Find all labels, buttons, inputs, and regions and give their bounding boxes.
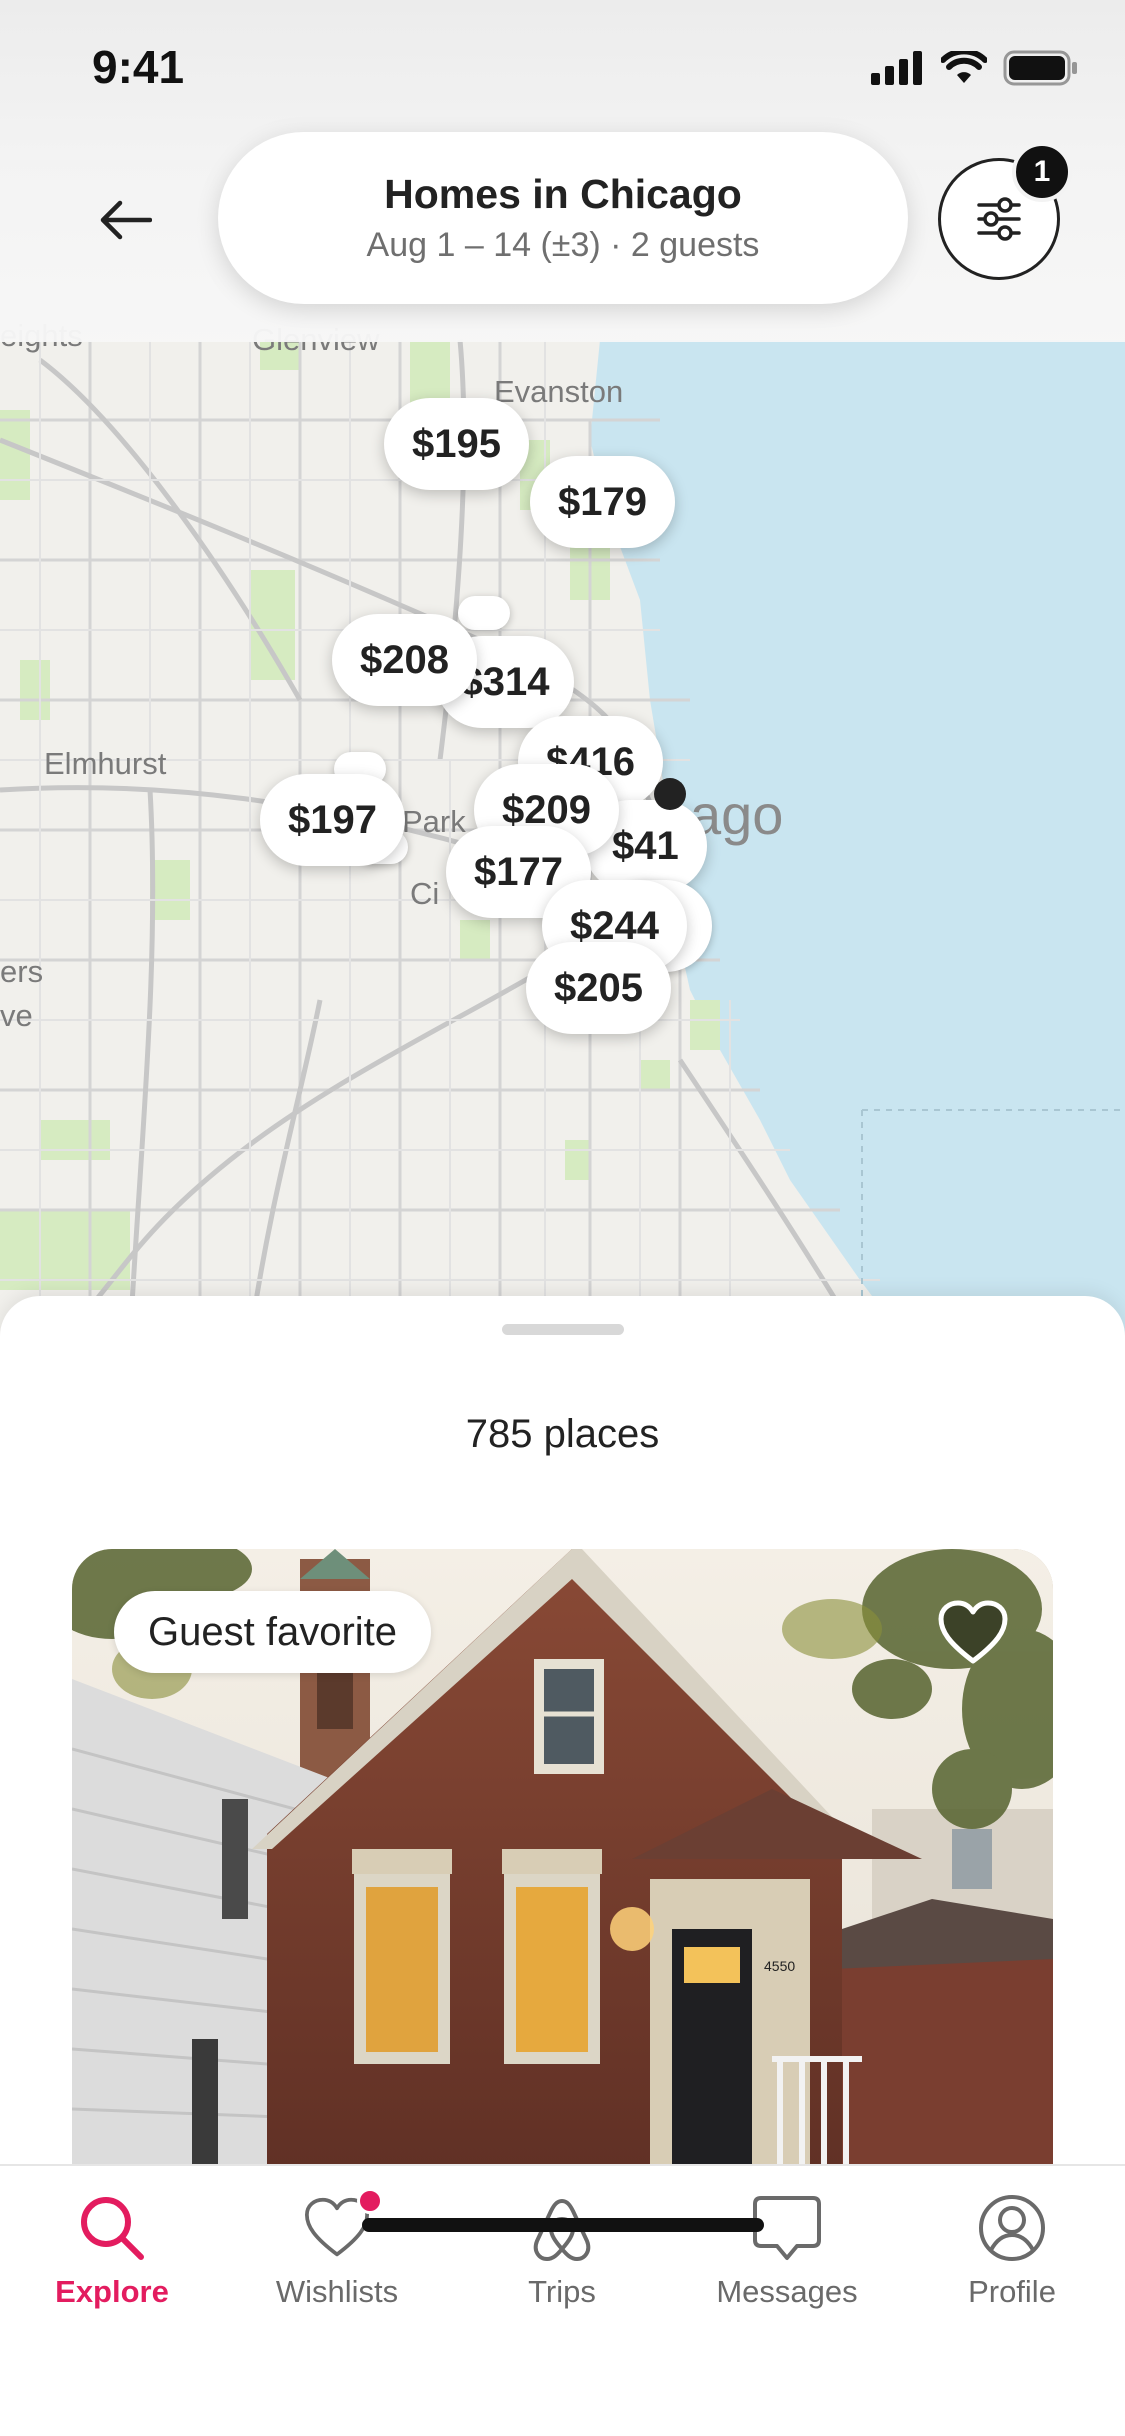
price-pin[interactable]: $195 [384, 398, 529, 490]
map-label-cicero: Ci [410, 876, 440, 911]
tab-messages[interactable]: Messages [697, 2188, 877, 2310]
map-label-evanston: Evanston [494, 374, 624, 409]
heart-outline-icon [938, 1600, 1008, 1664]
arrow-left-icon [100, 200, 152, 240]
header: 9:41 Homes in Chicago Aug 1 – 14 (±3) · … [0, 0, 1125, 342]
sheet-drag-handle[interactable] [502, 1324, 624, 1335]
map-label-elmhurst: Elmhurst [44, 746, 167, 781]
map-pin-mini[interactable] [458, 596, 510, 630]
tab-wishlists-label: Wishlists [275, 2274, 399, 2309]
tab-icon-wrap [72, 2188, 152, 2268]
status-time: 9:41 [92, 41, 185, 93]
search-subtitle: Aug 1 – 14 (±3) · 2 guests [366, 226, 760, 264]
profile-icon [979, 2195, 1045, 2261]
wishlists-notification-dot [357, 2188, 383, 2214]
listing-photo[interactable]: 4550 Guest favorite [72, 1549, 1053, 2166]
tab-explore-label: Explore [55, 2274, 169, 2309]
wifi-icon [941, 51, 987, 83]
home-indicator[interactable] [362, 2218, 764, 2232]
map-label-park: Park [402, 804, 466, 839]
tab-trips[interactable]: Trips [472, 2188, 652, 2310]
tab-bar: Explore Wishlists Trips Messages Profile [0, 2164, 1125, 2436]
price-pin[interactable]: $208 [332, 614, 477, 706]
back-button[interactable] [86, 180, 166, 260]
price-pin[interactable]: $205 [526, 942, 671, 1034]
price-pin[interactable]: $179 [530, 456, 675, 548]
tab-trips-label: Trips [528, 2274, 596, 2309]
house-number: 4550 [764, 1958, 795, 1974]
search-icon [81, 2197, 144, 2260]
price-pin[interactable]: $197 [260, 774, 405, 866]
status-bar: 9:41 [0, 0, 1125, 130]
save-to-wishlist-button[interactable] [937, 1599, 1009, 1667]
guest-favorite-badge: Guest favorite [114, 1591, 432, 1673]
filter-count-badge: 1 [1012, 142, 1072, 202]
tab-explore[interactable]: Explore [22, 2188, 202, 2310]
sliders-icon [977, 197, 1021, 241]
tab-profile[interactable]: Profile [922, 2188, 1102, 2310]
status-icons [871, 50, 1079, 86]
results-sheet[interactable]: 785 places 4550 Guest favorite [0, 1296, 1125, 2166]
current-location-dot [654, 778, 686, 810]
search-pill[interactable]: Homes in Chicago Aug 1 – 14 (±3) · 2 gue… [218, 132, 908, 304]
search-title: Homes in Chicago [384, 171, 742, 217]
tab-icon-wrap [972, 2188, 1052, 2268]
tab-profile-label: Profile [968, 2274, 1056, 2309]
map-label-edge-ers: ers [0, 954, 44, 989]
cellular-signal-icon [871, 51, 922, 85]
places-count: 785 places [465, 1412, 660, 1456]
tab-messages-label: Messages [716, 2274, 858, 2309]
map-label-edge-ve: ve [0, 998, 33, 1033]
tab-wishlists[interactable]: Wishlists [247, 2188, 427, 2310]
battery-icon [1003, 50, 1077, 86]
